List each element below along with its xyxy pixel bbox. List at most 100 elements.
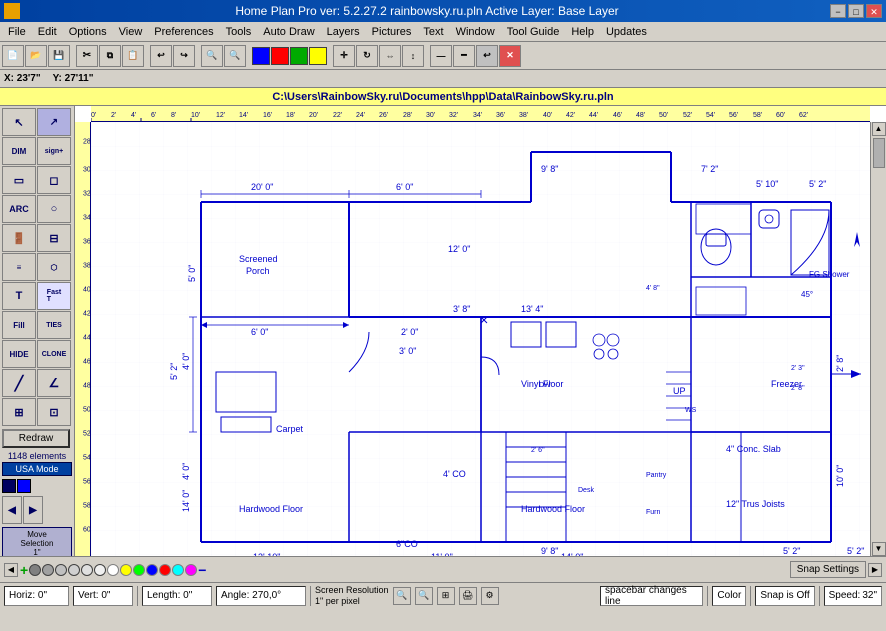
copy-button[interactable]: ⧉ <box>99 45 121 67</box>
remove-btn[interactable]: − <box>198 562 206 578</box>
undo-button[interactable]: ↩ <box>150 45 172 67</box>
paste-button[interactable]: 📋 <box>122 45 144 67</box>
line-width-2[interactable]: ━ <box>453 45 475 67</box>
cut-button[interactable]: ✂ <box>76 45 98 67</box>
menu-options[interactable]: Options <box>63 24 113 40</box>
poly-tool[interactable]: ⬡ <box>37 253 71 281</box>
flip-button[interactable]: ⇔ <box>379 45 401 67</box>
color-box-yellow[interactable] <box>309 47 327 65</box>
move-selection[interactable]: MoveSelection1" <box>2 527 72 556</box>
color-swatch-blue[interactable] <box>17 479 31 493</box>
menu-help[interactable]: Help <box>565 24 600 40</box>
snap-settings-btn[interactable]: Snap Settings <box>790 561 866 578</box>
move-button[interactable]: ✛ <box>333 45 355 67</box>
color-dot-9[interactable] <box>133 564 145 576</box>
print-status[interactable]: 🖨 <box>459 587 477 605</box>
settings-status[interactable]: ⚙ <box>481 587 499 605</box>
zoom-out-status[interactable]: 🔍 <box>415 587 433 605</box>
color-dot-10[interactable] <box>146 564 158 576</box>
pan-tool[interactable]: ⊞ <box>2 398 36 426</box>
tiles-tool[interactable]: TIES <box>37 311 71 339</box>
menu-file[interactable]: File <box>2 24 32 40</box>
scroll-up-btn[interactable]: ▲ <box>872 122 886 136</box>
arc-tool[interactable]: ARC <box>2 195 36 223</box>
menu-text[interactable]: Text <box>417 24 449 40</box>
angle-tool[interactable]: ∠ <box>37 369 71 397</box>
menu-edit[interactable]: Edit <box>32 24 63 40</box>
menu-toolguide[interactable]: Tool Guide <box>501 24 566 40</box>
menu-window[interactable]: Window <box>450 24 501 40</box>
menu-layers[interactable]: Layers <box>321 24 366 40</box>
color-swatch-dark[interactable] <box>2 479 16 493</box>
color-dot-6[interactable] <box>94 564 106 576</box>
window-tool-btn[interactable]: ⊟ <box>37 224 71 252</box>
redo-button[interactable]: ↪ <box>173 45 195 67</box>
select-tool[interactable]: ↖ <box>2 108 36 136</box>
svg-text:6': 6' <box>151 112 156 119</box>
new-button[interactable]: 📄 <box>2 45 24 67</box>
color-dot-3[interactable] <box>55 564 67 576</box>
dim-tool[interactable]: DIM <box>2 137 36 165</box>
text-tool[interactable]: T <box>2 282 36 310</box>
rect-tool[interactable]: ◻ <box>37 166 71 194</box>
scroll-left[interactable]: ◀ <box>2 496 22 524</box>
stair-tool[interactable]: ≡ <box>2 253 36 281</box>
color-dot-4[interactable] <box>68 564 80 576</box>
fast-text-tool[interactable]: FastT <box>37 282 71 310</box>
menu-preferences[interactable]: Preferences <box>148 24 219 40</box>
svg-text:Furn: Furn <box>646 509 661 516</box>
line-width-1[interactable]: — <box>430 45 452 67</box>
svg-text:2' 3": 2' 3" <box>791 365 805 372</box>
cancel-button[interactable]: ✕ <box>499 45 521 67</box>
color-box-red[interactable] <box>271 47 289 65</box>
line-tool[interactable]: ╱ <box>2 369 36 397</box>
menu-pictures[interactable]: Pictures <box>366 24 418 40</box>
close-button[interactable]: ✕ <box>866 4 882 18</box>
wall-tool[interactable]: ▭ <box>2 166 36 194</box>
color-dot-1[interactable] <box>29 564 41 576</box>
sign-tool[interactable]: sign+ <box>37 137 71 165</box>
undo2-button[interactable]: ↩ <box>476 45 498 67</box>
zoom-in-button[interactable]: 🔍 <box>201 45 223 67</box>
color-dot-11[interactable] <box>159 564 171 576</box>
scroll-right[interactable]: ▶ <box>23 496 43 524</box>
maximize-button[interactable]: □ <box>848 4 864 18</box>
redraw-button[interactable]: Redraw <box>2 429 70 448</box>
scroll-thumb[interactable] <box>873 138 885 168</box>
color-dot-7[interactable] <box>107 564 119 576</box>
floor-plan[interactable]: Screened Porch <box>91 122 886 556</box>
fill-tool[interactable]: Fill <box>2 311 36 339</box>
scroll-down-btn[interactable]: ▼ <box>872 542 886 556</box>
v-scrollbar[interactable]: ▲ ▼ <box>870 122 886 556</box>
menu-tools[interactable]: Tools <box>220 24 258 40</box>
color-box-green[interactable] <box>290 47 308 65</box>
menu-view[interactable]: View <box>113 24 149 40</box>
color-dot-8[interactable] <box>120 564 132 576</box>
canvas-area[interactable]: 0' 2' 4' 6' 8' 10' 12' 14' 16' 18' 20' 2… <box>75 106 886 556</box>
toolbar: 📄 📂 💾 ✂ ⧉ 📋 ↩ ↪ 🔍 🔍 ✛ ↻ ⇔ ↕ — ━ ↩ ✕ <box>0 42 886 70</box>
color-dot-2[interactable] <box>42 564 54 576</box>
h-scroll-right[interactable]: ▶ <box>868 563 882 577</box>
zoom-rect-status[interactable]: ⊞ <box>437 587 455 605</box>
rotate-button[interactable]: ↻ <box>356 45 378 67</box>
menu-updates[interactable]: Updates <box>600 24 653 40</box>
zoom-out-button[interactable]: 🔍 <box>224 45 246 67</box>
zoom-in-status[interactable]: 🔍 <box>393 587 411 605</box>
door-tool[interactable]: 🚪 <box>2 224 36 252</box>
pointer-tool[interactable]: ↗ <box>37 108 71 136</box>
minimize-button[interactable]: − <box>830 4 846 18</box>
color-box-blue[interactable] <box>252 47 270 65</box>
save-button[interactable]: 💾 <box>48 45 70 67</box>
hide-tool[interactable]: HIDE <box>2 340 36 368</box>
mirror-button[interactable]: ↕ <box>402 45 424 67</box>
add-btn[interactable]: + <box>20 562 28 578</box>
color-dot-12[interactable] <box>172 564 184 576</box>
color-dot-5[interactable] <box>81 564 93 576</box>
open-button[interactable]: 📂 <box>25 45 47 67</box>
zoom-tool[interactable]: ⊡ <box>37 398 71 426</box>
h-scroll-left[interactable]: ◀ <box>4 563 18 577</box>
color-dot-13[interactable] <box>185 564 197 576</box>
circle-tool[interactable]: ○ <box>37 195 71 223</box>
clone-tool[interactable]: CLONE <box>37 340 71 368</box>
menu-autodraw[interactable]: Auto Draw <box>257 24 320 40</box>
